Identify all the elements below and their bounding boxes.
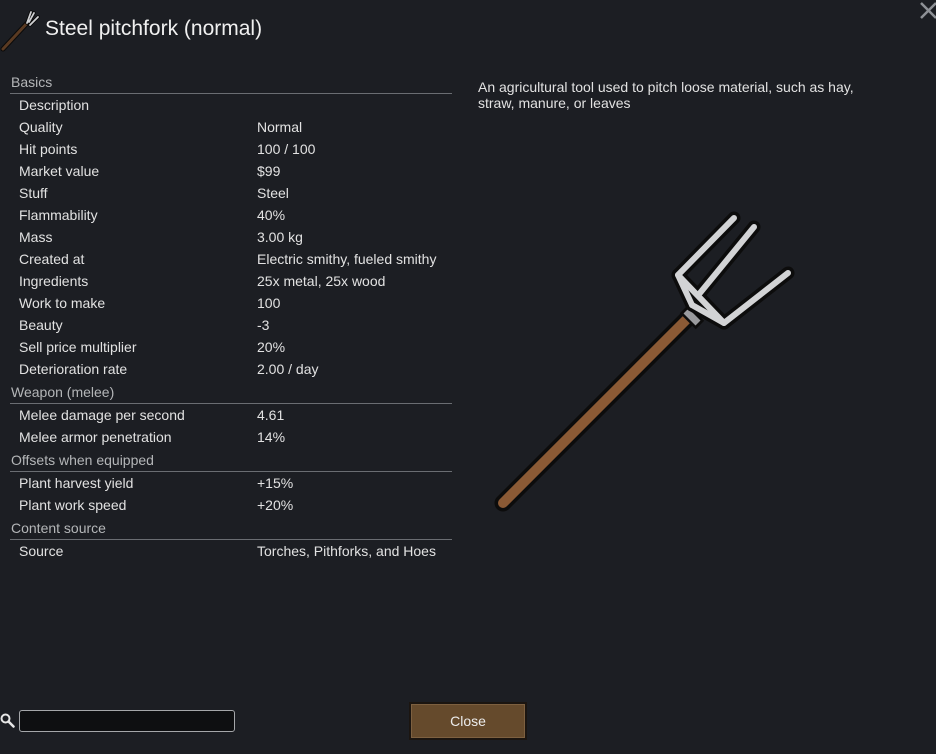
dialog-title: Steel pitchfork (normal) — [45, 17, 263, 40]
stat-label: Created at — [19, 251, 85, 267]
category-basics: Basics — [10, 72, 452, 94]
stat-label: Description — [19, 97, 90, 113]
stat-row-work-to-make[interactable]: Work to make 100 — [10, 292, 452, 314]
stat-row-mass[interactable]: Mass 3.00 kg — [10, 226, 452, 248]
close-button[interactable]: Close — [409, 702, 527, 740]
stat-value: 20% — [257, 339, 286, 355]
stat-label: Beauty — [19, 317, 63, 333]
stat-value: 4.61 — [257, 407, 285, 423]
stat-label: Sell price multiplier — [19, 339, 137, 355]
stat-label: Quality — [19, 119, 63, 135]
stat-value: 100 / 100 — [257, 141, 316, 157]
stat-label: Source — [19, 543, 64, 559]
stat-row-beauty[interactable]: Beauty -3 — [10, 314, 452, 336]
stat-row-quality[interactable]: Quality Normal — [10, 116, 452, 138]
stat-row-created-at[interactable]: Created at Electric smithy, fueled smithy — [10, 248, 452, 270]
category-weapon-melee: Weapon (melee) — [10, 382, 452, 404]
stat-value: 2.00 / day — [257, 361, 319, 377]
stat-value: Normal — [257, 119, 303, 135]
stat-label: Deterioration rate — [19, 361, 128, 377]
stat-value: 14% — [257, 429, 286, 445]
pitchfork-icon — [0, 8, 44, 52]
stat-value: Torches, Pithforks, and Hoes — [257, 543, 436, 559]
stat-row-market-value[interactable]: Market value $99 — [10, 160, 452, 182]
stat-label: Market value — [19, 163, 100, 179]
stat-label: Mass — [19, 229, 53, 245]
stat-label: Hit points — [19, 141, 78, 157]
stat-row-hit-points[interactable]: Hit points 100 / 100 — [10, 138, 452, 160]
stat-row-source[interactable]: Source Torches, Pithforks, and Hoes — [10, 540, 452, 562]
stat-row-ingredients[interactable]: Ingredients 25x metal, 25x wood — [10, 270, 452, 292]
stat-value: 40% — [257, 207, 286, 223]
category-offsets-when-equipped: Offsets when equipped — [10, 450, 452, 472]
stat-label: Plant work speed — [19, 497, 127, 513]
stat-value: +20% — [257, 497, 294, 513]
stat-row-stuff[interactable]: Stuff Steel — [10, 182, 452, 204]
stat-label: Plant harvest yield — [19, 475, 134, 491]
stat-row-melee-dps[interactable]: Melee damage per second 4.61 — [10, 404, 452, 426]
stat-value: 25x metal, 25x wood — [257, 273, 386, 289]
stat-row-plant-work-speed[interactable]: Plant work speed +20% — [10, 494, 452, 516]
item-description: An agricultural tool used to pitch loose… — [478, 79, 854, 111]
stat-value: Steel — [257, 185, 289, 201]
stat-value: 100 — [257, 295, 281, 311]
stat-value: 3.00 kg — [257, 229, 303, 245]
stat-row-description[interactable]: Description — [10, 94, 452, 116]
search-input[interactable] — [19, 710, 235, 732]
stat-label: Ingredients — [19, 273, 89, 289]
stat-row-flammability[interactable]: Flammability 40% — [10, 204, 452, 226]
stat-label: Melee damage per second — [19, 407, 185, 423]
stat-label: Work to make — [19, 295, 106, 311]
stats-list: Basics Description Quality Normal Hit poi… — [10, 70, 452, 562]
stat-value: Electric smithy, fueled smithy — [257, 251, 437, 267]
category-content-source: Content source — [10, 518, 452, 540]
stat-label: Flammability — [19, 207, 98, 223]
stat-value: $99 — [257, 163, 281, 179]
pitchfork-illustration — [488, 205, 808, 525]
stat-row-plant-harvest-yield[interactable]: Plant harvest yield +15% — [10, 472, 452, 494]
stat-label: Melee armor penetration — [19, 429, 172, 445]
stat-value: -3 — [257, 317, 270, 333]
stat-row-deterioration-rate[interactable]: Deterioration rate 2.00 / day — [10, 358, 452, 380]
stat-value: +15% — [257, 475, 294, 491]
stat-row-melee-armor-penetration[interactable]: Melee armor penetration 14% — [10, 426, 452, 448]
search-icon — [0, 713, 15, 729]
close-icon[interactable] — [918, 0, 936, 20]
stat-row-sell-price-multiplier[interactable]: Sell price multiplier 20% — [10, 336, 452, 358]
stat-label: Stuff — [19, 185, 48, 201]
